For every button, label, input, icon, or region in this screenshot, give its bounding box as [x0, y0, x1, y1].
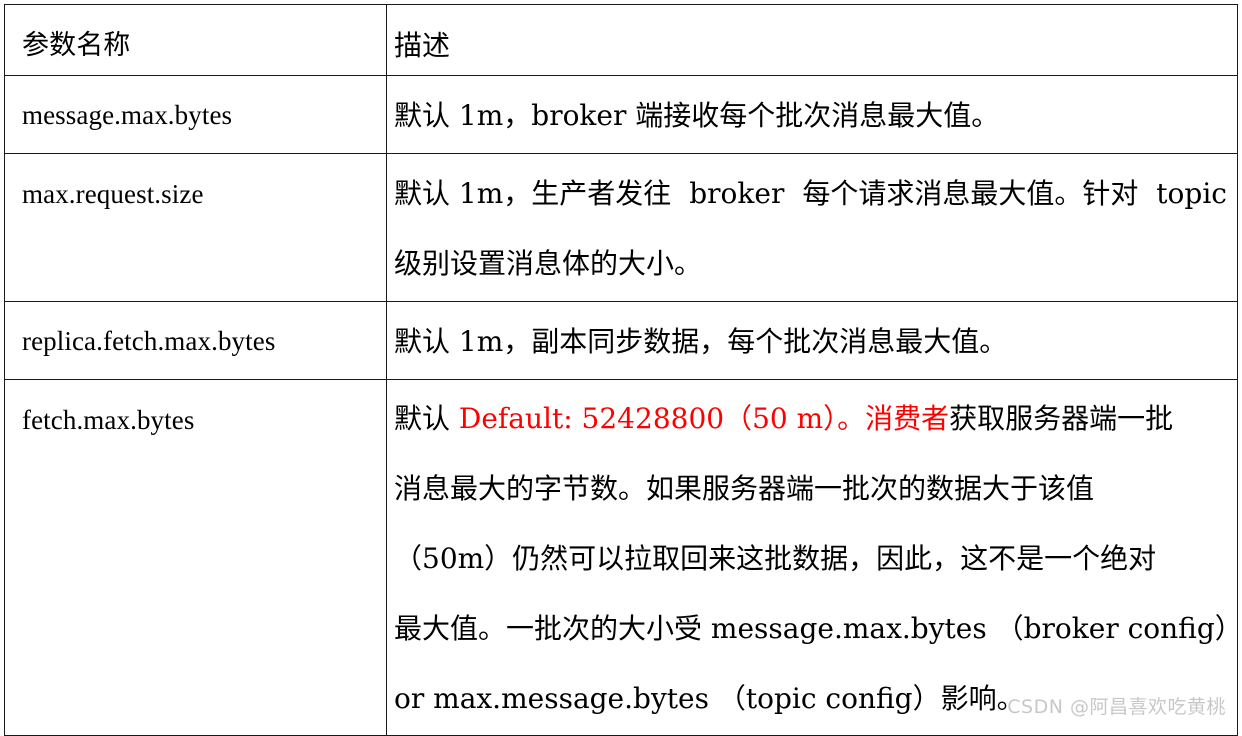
description-line: （50m）仍然可以拉取回来这批数据，因此，这不是一个绝对	[394, 542, 1157, 575]
cell-description: 默认 1m，副本同步数据，每个批次消息最大值。	[386, 301, 1238, 380]
line-segment: 默认	[394, 402, 459, 435]
cell-parameter-name: replica.fetch.max.bytes	[4, 301, 387, 380]
description-line: 消息最大的字节数。如果服务器端一批次的数据大于该值	[394, 472, 1095, 505]
parameter-name-text: fetch.max.bytes	[22, 405, 195, 435]
parameter-name-text: max.request.size	[22, 179, 204, 209]
line-segment-highlight: Default: 52428800（50 m）。消费者	[458, 402, 950, 435]
cell-parameter-name: message.max.bytes	[4, 75, 387, 154]
description-line: 级别设置消息体的大小。	[394, 247, 703, 280]
csdn-watermark: CSDN @阿昌喜欢吃黄桃	[1007, 696, 1226, 718]
line-part: topic	[1156, 177, 1227, 210]
cell-description: 默认 1m，生产者发往 broker 每个请求消息最大值。针对 topic 级别…	[386, 153, 1238, 302]
table-row: fetch.max.bytes 默认 Default: 52428800（50 …	[4, 379, 1242, 736]
description-line: 默认 Default: 52428800（50 m）。消费者获取服务器端一批	[394, 405, 1227, 439]
description-line: 默认 1m，broker 端接收每个批次消息最大值。	[394, 99, 1000, 132]
line-segment: 获取服务器端一批	[949, 402, 1174, 435]
header-cell-name: 参数名称	[4, 4, 387, 76]
cell-parameter-name: fetch.max.bytes	[4, 379, 387, 736]
description-line: 默认 1m，副本同步数据，每个批次消息最大值。	[394, 325, 1008, 358]
column-header-description: 描述	[394, 29, 451, 62]
description-text: 默认 Default: 52428800（50 m）。消费者获取服务器端一批 消…	[387, 380, 1242, 735]
table-row: message.max.bytes 默认 1m，broker 端接收每个批次消息…	[4, 75, 1238, 154]
table-row: replica.fetch.max.bytes 默认 1m，副本同步数据，每个批…	[4, 301, 1238, 380]
description-line: 最大值。一批次的大小受 message.max.bytes （broker co…	[394, 612, 1242, 645]
parameter-name-text: replica.fetch.max.bytes	[22, 326, 276, 356]
description-text: 默认 1m，生产者发往 broker 每个请求消息最大值。针对 topic 级别…	[387, 154, 1237, 301]
document-page: 参数名称 描述 message.max.bytes 默认 1m，broker 端…	[0, 0, 1242, 736]
table-header-row: 参数名称 描述	[4, 4, 1238, 76]
description-text: 默认 1m，副本同步数据，每个批次消息最大值。	[387, 302, 1237, 379]
line-part: 默认 1m，生产者发往	[394, 177, 672, 210]
cell-description: 默认 1m，broker 端接收每个批次消息最大值。	[386, 75, 1238, 154]
parameter-table: 参数名称 描述 message.max.bytes 默认 1m，broker 端…	[4, 4, 1242, 736]
parameter-name-text: message.max.bytes	[22, 100, 233, 130]
cell-parameter-name: max.request.size	[4, 153, 387, 302]
cell-description: 默认 Default: 52428800（50 m）。消费者获取服务器端一批 消…	[386, 379, 1242, 736]
header-cell-description: 描述	[386, 4, 1238, 76]
line-part: broker	[689, 177, 785, 210]
table-row: max.request.size 默认 1m，生产者发往 broker 每个请求…	[4, 153, 1238, 302]
description-text: 默认 1m，broker 端接收每个批次消息最大值。	[387, 76, 1237, 153]
line-part: 每个请求消息最大值。针对	[802, 177, 1139, 210]
column-header-parameter-name: 参数名称	[22, 30, 131, 61]
description-line: 默认 1m，生产者发往 broker 每个请求消息最大值。针对 topic	[394, 180, 1227, 214]
